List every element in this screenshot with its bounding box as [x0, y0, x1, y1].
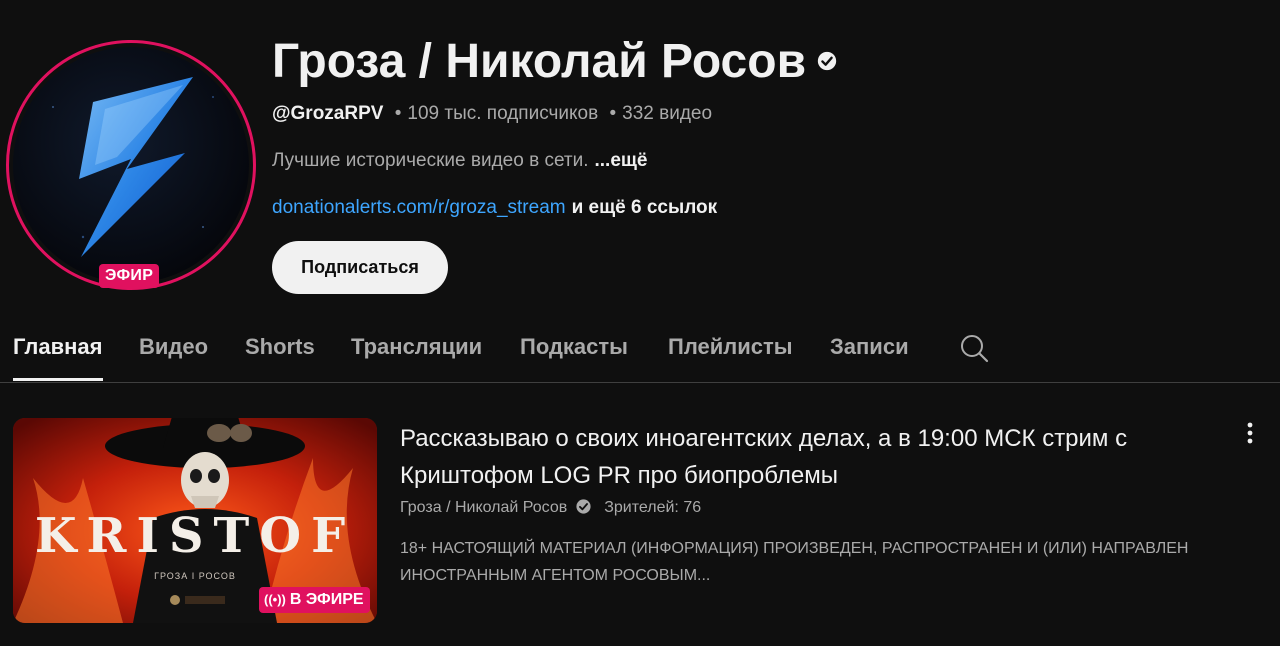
channel-title: Гроза / Николай Росов — [272, 34, 838, 90]
verified-check-icon — [817, 52, 837, 71]
more-links-button[interactable]: и ещё 6 ссылок — [572, 197, 718, 218]
lightning-logo — [52, 77, 214, 257]
tab-live[interactable]: Трансляции — [351, 334, 482, 360]
thumbnail-subtitle: ГРОЗА І РОСОВ — [154, 571, 236, 581]
channel-header: ЭФИР Гроза / Николай Росов @GrozaRPV • 10… — [0, 0, 1280, 310]
subscribe-button[interactable]: Подписаться — [272, 241, 448, 294]
active-tab-indicator — [13, 378, 103, 381]
tab-podcasts[interactable]: Подкасты — [520, 334, 628, 360]
channel-meta: @GrozaRPV • 109 тыс. подписчиков • 332 вид… — [272, 103, 712, 125]
verified-check-icon — [576, 499, 591, 514]
video-title[interactable]: Рассказываю о своих иноагентских делах, … — [400, 420, 1220, 494]
channel-description[interactable]: Лучшие исторические видео в сети. ...ещё — [272, 150, 648, 172]
channel-handle: @GrozaRPV — [272, 103, 384, 124]
channel-title-text: Гроза / Николай Росов — [272, 35, 807, 88]
thumbnail-title: KRISTOF — [34, 508, 356, 564]
live-badge: ((•)) В ЭФИРЕ — [259, 587, 370, 613]
video-count: 332 видео — [622, 103, 713, 124]
more-vert-icon[interactable] — [1236, 420, 1264, 448]
viewer-count: Зрителей: 76 — [604, 499, 702, 517]
channel-avatar[interactable] — [6, 40, 256, 290]
description-text: Лучшие исторические видео в сети. — [272, 150, 589, 171]
donation-link[interactable]: donationalerts.com/r/groza_stream — [272, 197, 566, 218]
meta-separator: • — [394, 103, 402, 124]
video-description: 18+ НАСТОЯЩИЙ МАТЕРИАЛ (ИНФОРМАЦИЯ) ПРОИ… — [400, 540, 1189, 584]
subscriber-count: 109 тыс. подписчиков — [407, 103, 599, 124]
tab-posts[interactable]: Записи — [830, 334, 909, 360]
channel-tabs: Главная Видео Shorts Трансляции Подкасты… — [0, 320, 1280, 383]
tab-home[interactable]: Главная — [13, 334, 102, 360]
video-channel-name[interactable]: Гроза / Николай Росов — [400, 499, 567, 516]
channel-links: donationalerts.com/r/groza_stream и ещё 6… — [272, 197, 717, 219]
description-more-button[interactable]: ...ещё — [594, 150, 647, 171]
live-badge-label: В ЭФИРЕ — [289, 591, 364, 608]
search-icon[interactable] — [958, 332, 990, 364]
avatar-live-badge[interactable]: ЭФИР — [99, 264, 160, 288]
meta-separator: • — [609, 103, 617, 124]
avatar-image — [13, 47, 249, 283]
tab-videos[interactable]: Видео — [139, 334, 208, 360]
video-meta: Гроза / Николай Росов Зрителей: 76 — [400, 498, 701, 518]
tab-shorts[interactable]: Shorts — [245, 334, 315, 360]
tab-playlists[interactable]: Плейлисты — [668, 334, 793, 360]
video-thumbnail[interactable]: KRISTOF ГРОЗА І РОСОВ ((•)) В ЭФИРЕ — [13, 418, 377, 623]
live-broadcast-icon: ((•)) — [264, 592, 286, 607]
